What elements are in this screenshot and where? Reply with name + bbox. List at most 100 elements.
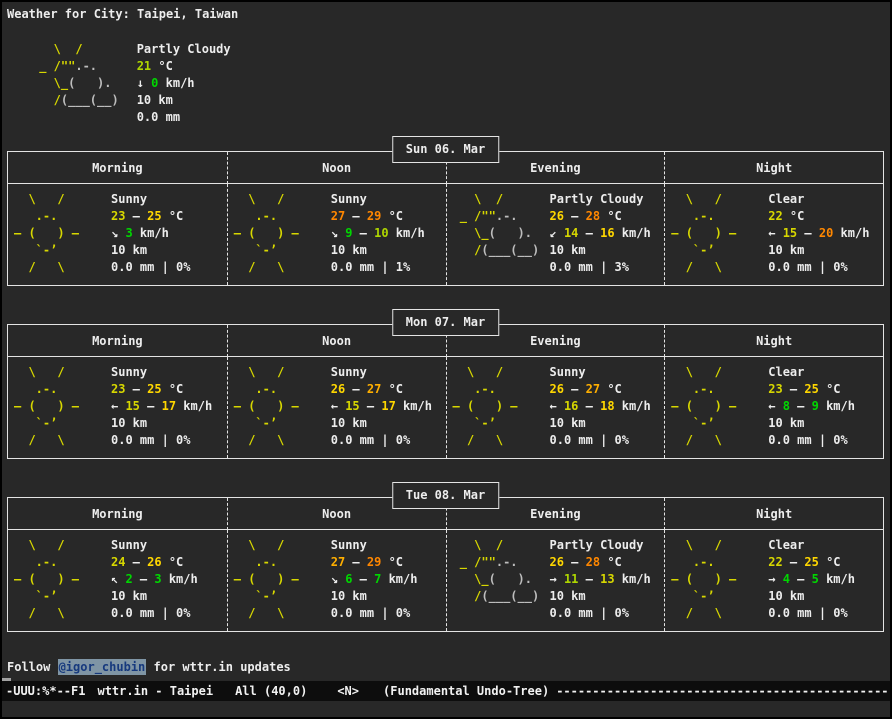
wind-value: 3 (154, 572, 161, 586)
range-dash: – (578, 399, 600, 413)
partly-cloudy-icon: \ / _ /"".-. \_( ). /(___(__) (32, 41, 119, 126)
wind-unit: km/h (819, 572, 855, 586)
partly-cloudy-icon-part: ( ). (489, 226, 532, 240)
wind-value: 20 (819, 226, 833, 240)
sunny-icon-part: / \ (234, 606, 299, 620)
wind-value: 15 (783, 226, 797, 240)
visibility-value: 10 km (550, 242, 651, 259)
temperature-range: 21 °C (137, 58, 231, 75)
forecast-table: Morning Noon Evening Night \ / .-. – ( )… (7, 151, 884, 286)
partly-cloudy-icon-part: / (32, 93, 61, 107)
forecast-day-sun: Sun 06. Mar Morning Noon Evening Night \… (7, 151, 884, 286)
wind-value: 3 (125, 226, 132, 240)
sunny-icon-part: `-’ (234, 589, 299, 603)
precip-mm: 0.0 mm (550, 260, 593, 274)
modeline-dash-fill: ----------------------------------------… (556, 684, 890, 698)
temp-value: 25 (804, 382, 818, 396)
sunny-icon-part: / \ (14, 433, 79, 447)
wind-value: 13 (600, 572, 614, 586)
temp-unit: °C (381, 382, 403, 396)
forecast-cell: \ / _ /"".-. \_( ). /(___(__)Partly Clou… (446, 184, 665, 285)
period-header-morning: Morning (8, 498, 227, 530)
precip-separator: | (154, 433, 176, 447)
range-dash: – (125, 209, 147, 223)
partly-cloudy-icon-part: _ /"" (453, 555, 496, 569)
range-dash: – (578, 572, 600, 586)
visibility-value: 10 km (550, 415, 651, 432)
sunny-icon-part: – ( ) – (234, 572, 299, 586)
sunny-icon-part: / \ (14, 606, 79, 620)
precip-chance: 0% (833, 260, 847, 274)
partly-cloudy-icon-part: _ /"" (453, 209, 496, 223)
precip-separator: | (812, 606, 834, 620)
wind-info: ← 15 – 17 km/h (111, 398, 212, 415)
period-details: Sunny27 – 29 °C↘ 9 – 10 km/h10 km0.0 mm … (331, 191, 425, 276)
temp-unit: °C (381, 555, 403, 569)
partly-cloudy-icon: \ / _ /"".-. \_( ). /(___(__) (453, 537, 550, 622)
range-dash: – (133, 572, 155, 586)
sunny-icon: \ / .-. – ( ) – `-’ / \ (14, 191, 111, 276)
range-dash: – (352, 572, 374, 586)
precip-chance: 0% (615, 606, 629, 620)
period-header-night: Night (664, 152, 883, 184)
sunny-icon-part: \ / (671, 192, 736, 206)
precipitation-value: 0.0 mm | 0% (111, 259, 191, 276)
wind-info: ← 15 – 17 km/h (331, 398, 432, 415)
condition-text: Partly Cloudy (550, 191, 651, 208)
temp-value: 21 (137, 59, 151, 73)
precip-chance: 0% (176, 260, 190, 274)
temperature-range: 22 – 25 °C (768, 554, 855, 571)
partly-cloudy-icon-part: .-. (496, 209, 518, 223)
wind-unit: km/h (615, 399, 651, 413)
temp-value: 22 (768, 209, 782, 223)
wind-value: 15 (125, 399, 139, 413)
precip-mm: 0.0 mm (111, 433, 154, 447)
partly-cloudy-icon-part: \_ (453, 572, 489, 586)
temp-value: 26 (147, 555, 161, 569)
temp-unit: °C (819, 382, 841, 396)
temp-value: 23 (111, 382, 125, 396)
partly-cloudy-icon-part: .-. (75, 59, 97, 73)
twitter-link[interactable]: @igor_chubin (58, 659, 147, 675)
wind-unit: km/h (615, 572, 651, 586)
sunny-icon-part: – ( ) – (14, 399, 79, 413)
partly-cloudy-icon-part: (___(__) (481, 243, 539, 257)
visibility-value: 10 km (768, 588, 855, 605)
precip-mm: 0.0 mm (768, 433, 811, 447)
sunny-icon-part: – ( ) – (671, 399, 736, 413)
modeline-major-modes: (Fundamental Undo-Tree) (383, 684, 549, 698)
period-details: Clear22 – 25 °C→ 4 – 5 km/h10 km0.0 mm |… (768, 537, 855, 622)
sunny-icon-part: – ( ) – (671, 572, 736, 586)
temp-value: 29 (367, 209, 381, 223)
precip-chance: 0% (396, 606, 410, 620)
forecast-table: Morning Noon Evening Night \ / .-. – ( )… (7, 497, 884, 632)
partly-cloudy-icon-part: \ / (453, 538, 504, 552)
precip-mm: 0.0 mm (331, 433, 374, 447)
sunny-icon: \ / .-. – ( ) – `-’ / \ (14, 537, 111, 622)
sunny-icon-part: `-’ (671, 589, 736, 603)
wind-unit: km/h (162, 572, 198, 586)
wind-value: 16 (600, 226, 614, 240)
modeline-status: -UUU:%*--F1 (6, 684, 85, 698)
forecast-day-mon: Mon 07. Mar Morning Noon Evening Night \… (7, 324, 884, 459)
temp-value: 27 (367, 382, 381, 396)
condition-text: Sunny (111, 191, 191, 208)
temp-value: 25 (804, 555, 818, 569)
condition-text: Sunny (111, 364, 212, 381)
sunny-icon-part: / \ (671, 606, 736, 620)
sunny-icon-part: .-. (671, 555, 736, 569)
follow-prefix: Follow (7, 660, 58, 674)
forecast-day-tue: Tue 08. Mar Morning Noon Evening Night \… (7, 497, 884, 632)
wind-value: 2 (125, 572, 132, 586)
range-dash: – (790, 572, 812, 586)
range-dash: – (790, 399, 812, 413)
wind-direction-arrow: ↘ (111, 226, 125, 240)
current-details: Partly Cloudy21 °C↓ 0 km/h10 km0.0 mm (137, 41, 231, 126)
precip-separator: | (812, 433, 834, 447)
temperature-range: 23 – 25 °C (111, 381, 212, 398)
follow-line: Follow @igor_chubin for wttr.in updates (7, 659, 890, 676)
sunny-icon-part: `-’ (234, 243, 299, 257)
temperature-range: 26 – 27 °C (331, 381, 432, 398)
sunny-icon-part: / \ (234, 433, 299, 447)
terminal-window: Weather for City: Taipei, Taiwan \ / _ /… (0, 0, 892, 719)
